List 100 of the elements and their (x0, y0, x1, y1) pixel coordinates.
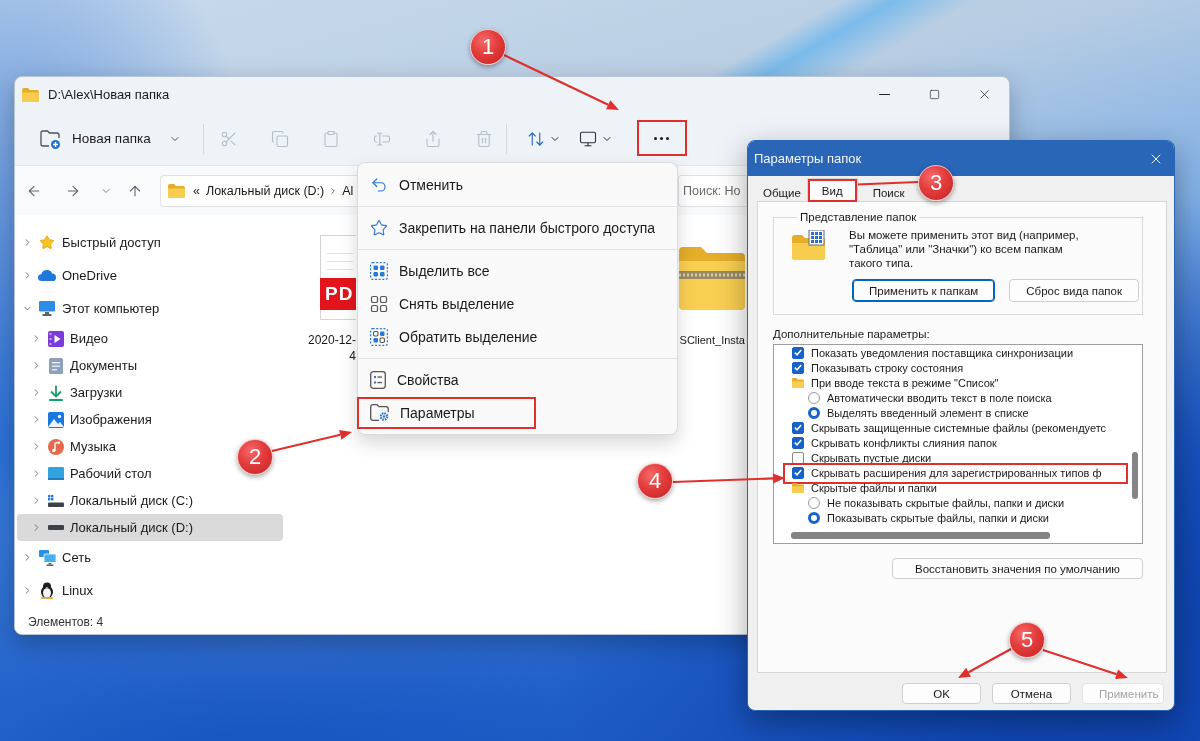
checkbox[interactable] (792, 436, 804, 449)
up-down-arrows-icon (526, 129, 545, 148)
section-label: Дополнительные параметры: (773, 327, 931, 341)
breadcrumb-overflow[interactable]: « (193, 183, 200, 198)
menu-item[interactable]: Снять выделение (358, 287, 677, 320)
penguin-icon (40, 582, 54, 599)
breadcrumb[interactable]: Al (342, 183, 354, 198)
folder-plus-icon (40, 128, 61, 149)
picture-icon (48, 411, 64, 428)
address-bar[interactable]: « Локальный диск (D:) Al (160, 174, 357, 207)
dotted-grid-icon (370, 261, 388, 280)
clipboard-icon (321, 129, 340, 148)
radio-button[interactable] (808, 496, 820, 509)
tree-item[interactable]: Документы (17, 352, 145, 379)
tree-item[interactable]: Быстрый доступ (17, 226, 169, 259)
download-icon (48, 384, 64, 401)
monitor-icon (39, 301, 55, 316)
tree-item[interactable]: Рабочий стол (17, 460, 160, 487)
setting-label: Показывать скрытые файлы, папки и диски (827, 511, 1049, 524)
dialog-button[interactable]: Сброс вида папок (1009, 279, 1140, 302)
search-field[interactable]: Поиск: Но (678, 174, 746, 207)
scissors-icon (219, 129, 238, 148)
file-type-label: PD (320, 278, 356, 310)
tree-item[interactable]: OneDrive (17, 259, 125, 292)
description-text: Вы можете применить этот вид (например, "Таблица" или "Значки") ко всем папкам такого типа. (849, 228, 1080, 270)
setting-label: Выделять введенный элемент в списке (827, 406, 1029, 419)
folder-icon (792, 377, 804, 388)
tree-item[interactable]: Загрузки (17, 379, 131, 406)
menu-item[interactable]: Параметры (358, 396, 677, 429)
tab[interactable]: Вид (806, 178, 858, 202)
radio-button[interactable] (808, 511, 820, 524)
menu-item[interactable]: Выделить все (358, 254, 677, 287)
tree-item[interactable]: Локальный диск (C:) (17, 487, 202, 514)
menu-item[interactable]: Отменить (358, 168, 677, 201)
video-icon (48, 330, 64, 347)
checkbox[interactable] (792, 451, 804, 464)
document-icon (49, 357, 63, 374)
scrollbar-thumb[interactable] (791, 531, 1050, 539)
step-badge: 1 (470, 29, 506, 65)
tree-item[interactable]: Этот компьютер (17, 292, 168, 325)
dialog-button[interactable]: Применить к папкам (852, 279, 996, 302)
share-icon (423, 129, 442, 148)
setting-label: Скрывать конфликты слияния папок (811, 436, 997, 449)
setting-label: Показывать строку состояния (811, 361, 964, 374)
tree-item[interactable]: Музыка (17, 433, 124, 460)
dialog-button[interactable]: Отмена (992, 683, 1071, 704)
breadcrumb[interactable]: Локальный диск (D:) (205, 183, 325, 198)
list-icon (370, 370, 386, 389)
checkbox[interactable] (792, 421, 804, 434)
scrollbar-thumb[interactable] (1132, 452, 1138, 499)
ellipsis-icon (654, 137, 670, 140)
minimize-icon (878, 93, 890, 96)
star-icon (39, 234, 55, 251)
menu-item[interactable]: Закрепить на панели быстрого доступа (358, 211, 677, 244)
new-folder-button[interactable]: Новая папка (30, 121, 191, 156)
folder-grid-icon (792, 230, 825, 260)
zip-folder-icon (679, 245, 745, 310)
checkbox[interactable] (792, 346, 804, 359)
dialog-button[interactable]: OK (902, 683, 981, 704)
restore-defaults-button[interactable]: Восстановить значения по умолчанию (892, 558, 1143, 579)
tree-item[interactable]: Видео (17, 325, 116, 352)
group-label: При вводе текста в режиме "Список" (811, 376, 999, 389)
dialog-title: Параметры папок (754, 151, 862, 166)
radio-button[interactable] (808, 406, 820, 419)
setting-label: Показать уведомления поставщика синхронизации (811, 346, 1074, 359)
group-label: Скрытые файлы и папки (811, 481, 937, 494)
menu-item[interactable]: Обратить выделение (358, 320, 677, 353)
music-icon (48, 438, 64, 455)
folder-icon (168, 183, 185, 198)
checkbox[interactable] (792, 361, 804, 374)
maximize-icon (928, 89, 940, 100)
tree-item[interactable]: Изображения (17, 406, 160, 433)
setting-label: Скрывать пустые диски (811, 451, 932, 464)
menu-item[interactable]: Свойства (358, 363, 677, 396)
copy-icon (270, 129, 289, 148)
tree-item[interactable]: Локальный диск (D:) (17, 514, 283, 541)
setting-label: Скрывать защищенные системные файлы (рекомендуетс (811, 421, 1107, 434)
undo-icon (370, 175, 388, 194)
pointer-arrow (958, 648, 1012, 678)
tree-item[interactable]: Linux (17, 574, 102, 607)
tab[interactable]: Поиск (866, 185, 911, 200)
setting-label: Скрывать расширения для зарегистрированных типов ф (811, 466, 1102, 479)
mixed-grid-icon (370, 327, 388, 346)
folder-icon (22, 87, 39, 102)
item-count: Элементов: 4 (28, 614, 104, 629)
radio-button[interactable] (808, 391, 820, 404)
desktop-icon (48, 467, 64, 480)
drive-icon (48, 525, 64, 530)
folder-icon (792, 482, 804, 493)
star-icon (370, 218, 388, 237)
checkbox[interactable] (792, 466, 804, 479)
trash-icon (474, 129, 493, 148)
tree-item[interactable]: Сеть (17, 541, 99, 574)
network-icon (38, 549, 56, 566)
file-name: SClient_Insta (679, 333, 745, 348)
window-title: D:\Alex\Новая папка (48, 87, 170, 102)
pdf-file-icon[interactable]: PD (320, 235, 356, 320)
cloud-icon (38, 270, 56, 281)
tab[interactable]: Общие (757, 185, 807, 200)
monitor-icon (578, 129, 597, 148)
